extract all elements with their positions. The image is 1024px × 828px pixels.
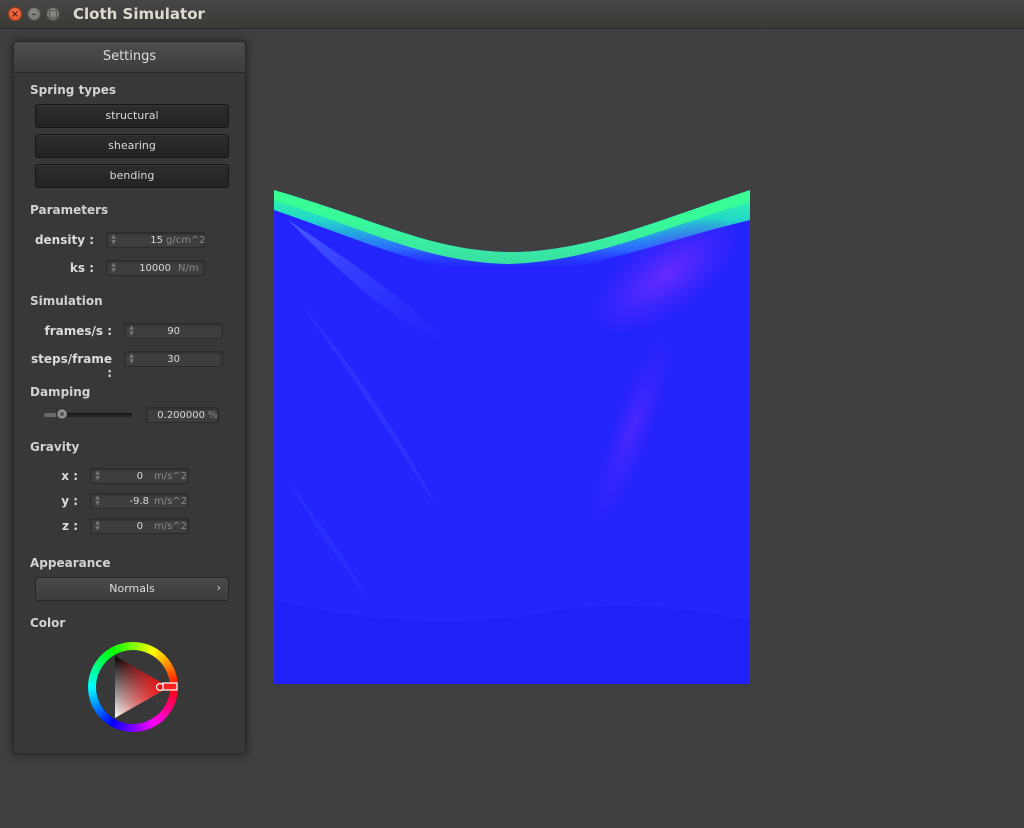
appearance-label: Appearance [30,556,111,570]
window-title: Cloth Simulator [73,5,205,23]
gravity-x-field[interactable]: ▲ ▼ 0 m/s^2 [90,468,189,484]
damping-field[interactable]: 0.200000 % [146,407,219,423]
ks-spinner-icon[interactable]: ▲ ▼ [110,262,117,274]
damping-unit: % [208,410,218,421]
close-window-button[interactable]: × [8,7,22,21]
gravity-label: Gravity [30,440,80,454]
density-spinner-icon[interactable]: ▲ ▼ [110,234,117,246]
parameters-label: Parameters [30,203,109,217]
steps-per-frame-label: steps/frame : [30,352,112,380]
gravity-z-spinner-icon[interactable]: ▲ ▼ [94,520,101,532]
gravity-y-field[interactable]: ▲ ▼ -9.8 m/s^2 [90,493,189,509]
ks-field[interactable]: ▲ ▼ 10000 N/m [106,260,205,276]
damping-label: Damping [30,385,91,399]
color-wheel-icon[interactable] [87,641,179,733]
damping-slider-handle[interactable] [56,408,68,420]
color-label: Color [30,616,66,630]
gravity-y-label: y : [61,494,78,508]
damping-slider[interactable] [44,408,132,420]
ks-value: 10000 [139,263,171,274]
simulation-viewport[interactable] [258,180,768,700]
appearance-selected-value: Normals [109,582,155,595]
gravity-y-value: -9.8 [129,496,149,507]
cloth-mesh [274,190,750,684]
gravity-x-label: x : [61,469,78,483]
gravity-z-value: 0 [136,521,143,532]
steps-per-frame-field[interactable]: ▲ ▼ 30 [124,351,223,367]
density-unit: g/cm^2 [166,235,206,246]
steps-per-frame-value: 30 [167,354,180,365]
frames-per-second-field[interactable]: ▲ ▼ 90 [124,323,223,339]
simulation-label: Simulation [30,294,103,308]
hue-marker[interactable] [162,682,178,691]
shearing-button[interactable]: shearing [35,134,229,158]
settings-panel-header[interactable]: Settings [14,42,245,73]
gravity-x-spinner-icon[interactable]: ▲ ▼ [94,470,101,482]
appearance-dropdown[interactable]: Normals › [35,577,229,601]
minimize-window-button[interactable]: – [27,7,41,21]
ks-label: ks : [69,261,94,275]
maximize-window-button[interactable]: □ [46,7,60,21]
gravity-z-label: z : [62,519,78,533]
frames-per-second-value: 90 [167,326,180,337]
frames-per-second-label: frames/s : [44,324,112,338]
chevron-right-icon: › [216,581,221,594]
structural-button[interactable]: structural [35,104,229,128]
steps-spinner-icon[interactable]: ▲ ▼ [128,353,135,365]
title-bar: × – □ Cloth Simulator [0,0,1024,29]
gravity-y-spinner-icon[interactable]: ▲ ▼ [94,495,101,507]
bending-button[interactable]: bending [35,164,229,188]
color-wheel-graphic[interactable] [87,641,179,733]
gravity-z-field[interactable]: ▲ ▼ 0 m/s^2 [90,518,189,534]
gravity-z-unit: m/s^2 [154,521,188,532]
density-label: density : [34,233,94,247]
settings-panel: Settings Spring types structural shearin… [13,41,246,754]
ks-unit: N/m [178,263,199,274]
damping-value: 0.200000 [157,410,205,421]
frames-spinner-icon[interactable]: ▲ ▼ [128,325,135,337]
gravity-y-unit: m/s^2 [154,496,188,507]
spring-types-label: Spring types [30,83,117,97]
density-value: 15 [150,235,163,246]
gravity-x-value: 0 [136,471,143,482]
density-field[interactable]: ▲ ▼ 15 g/cm^2 [106,232,206,248]
gravity-x-unit: m/s^2 [154,471,188,482]
